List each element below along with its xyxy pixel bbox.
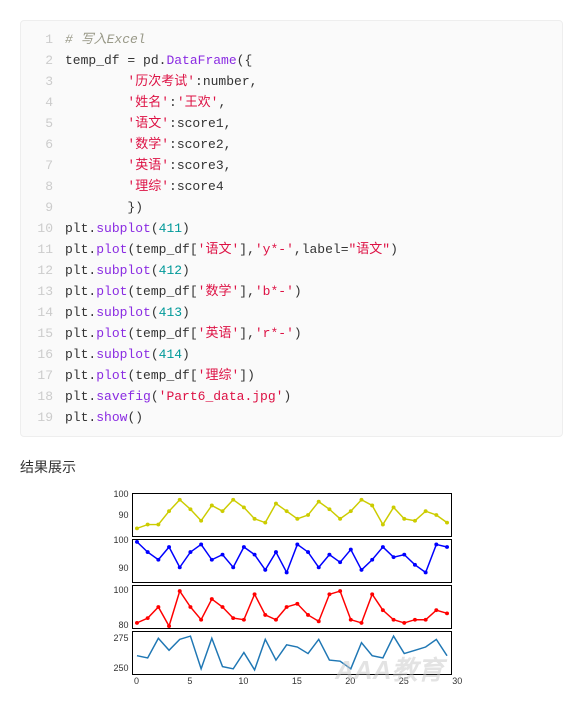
line-number: 1 xyxy=(21,29,65,50)
code-line: 15plt.plot(temp_df['英语'],'r*-') xyxy=(21,323,562,344)
y-axis-ticks: 80 100 xyxy=(105,586,131,628)
code-line: 18plt.savefig('Part6_data.jpg') xyxy=(21,386,562,407)
line-number: 15 xyxy=(21,323,65,344)
line-number: 12 xyxy=(21,260,65,281)
line-number: 10 xyxy=(21,218,65,239)
code-line: 3 '历次考试':number, xyxy=(21,71,562,92)
x-tick: 25 xyxy=(399,676,409,686)
code-line: 6 '数学':score2, xyxy=(21,134,562,155)
code-line: 17plt.plot(temp_df['理综']) xyxy=(21,365,562,386)
chart-line-数学 xyxy=(133,540,451,582)
line-content: '姓名':'王欢', xyxy=(65,92,226,113)
code-block: 1# 写入Excel2temp_df = pd.DataFrame({3 '历次… xyxy=(20,20,563,437)
x-tick: 5 xyxy=(187,676,192,686)
line-number: 2 xyxy=(21,50,65,71)
line-content: plt.subplot(413) xyxy=(65,302,190,323)
y-tick: 100 xyxy=(113,489,128,499)
code-line: 9 }) xyxy=(21,197,562,218)
chart-container: 901009010080100250275051015202530 xyxy=(132,493,452,675)
line-content: plt.savefig('Part6_data.jpg') xyxy=(65,386,291,407)
x-tick: 0 xyxy=(134,676,139,686)
line-content: '理综':score4 xyxy=(65,176,224,197)
line-content: plt.subplot(412) xyxy=(65,260,190,281)
line-content: plt.show() xyxy=(65,407,143,428)
subplot-理综: 250275051015202530 xyxy=(132,631,452,675)
y-tick: 100 xyxy=(113,535,128,545)
line-number: 9 xyxy=(21,197,65,218)
line-content: '历次考试':number, xyxy=(65,71,257,92)
subplot-语文: 90100 xyxy=(132,493,452,537)
line-content: plt.subplot(414) xyxy=(65,344,190,365)
code-line: 16plt.subplot(414) xyxy=(21,344,562,365)
chart-area: 901009010080100250275051015202530 AAA教育 xyxy=(20,493,563,693)
result-label: 结果展示 xyxy=(20,457,563,477)
line-content: plt.subplot(411) xyxy=(65,218,190,239)
chart-line-英语 xyxy=(133,586,451,628)
line-number: 14 xyxy=(21,302,65,323)
line-content: temp_df = pd.DataFrame({ xyxy=(65,50,252,71)
x-axis-ticks: 051015202530 xyxy=(133,676,451,688)
line-content: plt.plot(temp_df['理综']) xyxy=(65,365,255,386)
code-line: 5 '语文':score1, xyxy=(21,113,562,134)
line-content: '数学':score2, xyxy=(65,134,231,155)
code-line: 1# 写入Excel xyxy=(21,29,562,50)
line-content: }) xyxy=(65,197,143,218)
code-line: 11plt.plot(temp_df['语文'],'y*-',label="语文… xyxy=(21,239,562,260)
x-tick: 30 xyxy=(452,676,462,686)
line-number: 11 xyxy=(21,239,65,260)
y-tick: 90 xyxy=(118,563,128,573)
line-number: 18 xyxy=(21,386,65,407)
code-line: 2temp_df = pd.DataFrame({ xyxy=(21,50,562,71)
line-number: 5 xyxy=(21,113,65,134)
subplot-数学: 90100 xyxy=(132,539,452,583)
charts-wrapper: 901009010080100250275051015202530 AAA教育 xyxy=(132,493,452,693)
line-number: 19 xyxy=(21,407,65,428)
line-content: '语文':score1, xyxy=(65,113,231,134)
line-content: plt.plot(temp_df['英语'],'r*-') xyxy=(65,323,302,344)
code-line: 10plt.subplot(411) xyxy=(21,218,562,239)
y-tick: 275 xyxy=(113,633,128,643)
chart-line-语文 xyxy=(133,494,451,536)
code-line: 12plt.subplot(412) xyxy=(21,260,562,281)
line-number: 13 xyxy=(21,281,65,302)
x-tick: 15 xyxy=(292,676,302,686)
line-content: plt.plot(temp_df['语文'],'y*-',label="语文") xyxy=(65,239,398,260)
subplot-英语: 80100 xyxy=(132,585,452,629)
line-number: 16 xyxy=(21,344,65,365)
line-number: 7 xyxy=(21,155,65,176)
code-line: 14plt.subplot(413) xyxy=(21,302,562,323)
line-content: plt.plot(temp_df['数学'],'b*-') xyxy=(65,281,302,302)
line-number: 3 xyxy=(21,71,65,92)
y-tick: 80 xyxy=(118,620,128,630)
chart-line-理综 xyxy=(133,632,451,674)
y-axis-ticks: 250275 xyxy=(105,632,131,674)
x-tick: 10 xyxy=(238,676,248,686)
y-axis-ticks: 90100 xyxy=(105,540,131,582)
line-number: 8 xyxy=(21,176,65,197)
code-line: 13plt.plot(temp_df['数学'],'b*-') xyxy=(21,281,562,302)
line-number: 17 xyxy=(21,365,65,386)
line-number: 6 xyxy=(21,134,65,155)
line-content: '英语':score3, xyxy=(65,155,231,176)
code-line: 8 '理综':score4 xyxy=(21,176,562,197)
line-content: # 写入Excel xyxy=(65,29,146,50)
y-tick: 100 xyxy=(113,585,128,595)
y-axis-ticks: 90100 xyxy=(105,494,131,536)
line-number: 4 xyxy=(21,92,65,113)
x-tick: 20 xyxy=(345,676,355,686)
code-line: 4 '姓名':'王欢', xyxy=(21,92,562,113)
y-tick: 90 xyxy=(118,510,128,520)
code-line: 7 '英语':score3, xyxy=(21,155,562,176)
code-line: 19plt.show() xyxy=(21,407,562,428)
